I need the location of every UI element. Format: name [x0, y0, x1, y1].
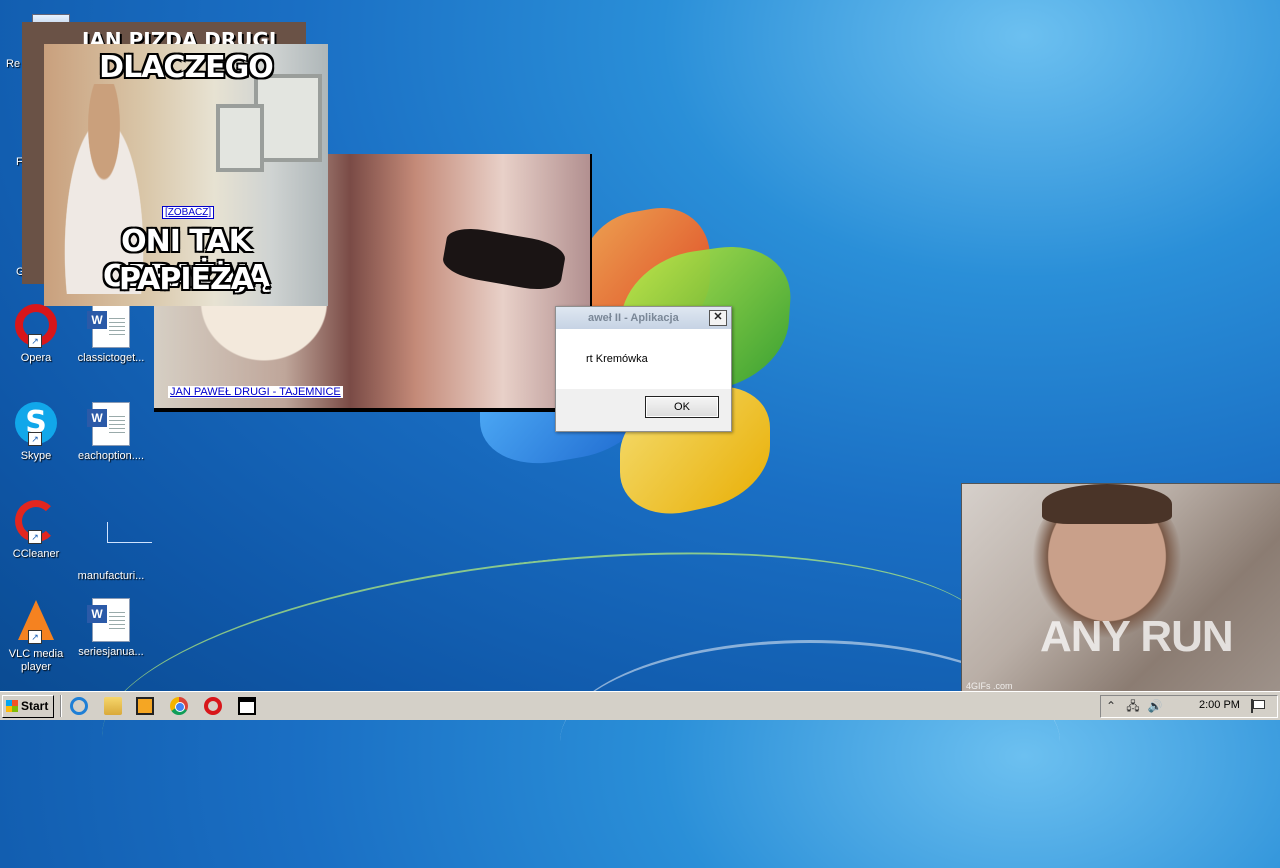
desktop-icon-label: Opera — [20, 352, 52, 364]
desktop-icon-ccleaner[interactable]: ↗ CCleaner — [0, 500, 76, 561]
desktop-icon-label: manufacturi... — [77, 570, 145, 582]
folder-icon[interactable] — [104, 697, 122, 715]
dialog-close-icon[interactable]: ✕ — [709, 310, 727, 326]
windows-flag-icon — [6, 700, 18, 712]
desktop-icon-eachoption[interactable]: eachoption.... — [71, 402, 151, 463]
network-icon[interactable]: 🖧 — [1125, 698, 1141, 714]
media-player-icon[interactable] — [136, 697, 154, 715]
word-document-icon — [87, 598, 130, 642]
monitor-image — [254, 74, 322, 162]
desktop-icon-classictoget[interactable]: classictoget... — [71, 304, 151, 365]
word-document-icon — [87, 304, 130, 348]
system-tray: ⌃ 🖧 🔊 2:00 PM — [1100, 695, 1278, 718]
desktop-icon-label: seriesjanua... — [78, 646, 144, 658]
shortcut-arrow-icon: ↗ — [28, 432, 42, 446]
shortcut-arrow-icon: ↗ — [28, 334, 42, 348]
monitor-image — [216, 104, 264, 172]
video-link[interactable]: JAN PAWEŁ DRUGI - TAJEMNICE — [168, 386, 343, 398]
desktop-icon-seriesjanua[interactable]: seriesjanua... — [71, 598, 151, 659]
desktop-icon-label: Skype — [20, 450, 52, 462]
desktop-icon-label: CCleaner — [12, 548, 60, 560]
opera-icon[interactable] — [204, 697, 222, 715]
desktop-icon-manufacturi[interactable]: manufacturi... — [71, 500, 152, 583]
desktop-icon-label: classictoget... — [77, 352, 145, 364]
desktop-icon-label: Re — [6, 58, 21, 70]
ok-button[interactable]: OK — [645, 396, 719, 418]
dialog-title: aweł II - Aplikacja — [556, 307, 731, 329]
desktop-icon-label: eachoption.... — [77, 450, 145, 462]
anyrun-watermark: ANY RUN — [1040, 612, 1234, 661]
desktop-icon-opera[interactable]: ↗ Opera — [0, 304, 76, 365]
gif-watermark: 4GIFs .com — [966, 681, 1013, 691]
desktop-icon-skype[interactable]: S ↗ Skype — [0, 402, 76, 463]
action-center-flag-icon[interactable] — [1251, 699, 1265, 713]
window-icon[interactable] — [238, 697, 256, 715]
gif-popup[interactable]: ANY RUN 4GIFs .com — [961, 483, 1280, 694]
video-figure — [440, 223, 568, 295]
zobacz-link[interactable]: [ZOBACZ] — [162, 206, 215, 219]
meme-popup-front[interactable]: DLACZEGO [ZOBACZ] ONI TAK OBRAŻAJĄ PAPIE… — [44, 44, 328, 306]
dialog-body: rt Kremówka — [556, 329, 731, 389]
message-dialog[interactable]: aweł II - Aplikacja ✕ rt Kremówka OK — [555, 306, 732, 432]
desktop-icon-vlc[interactable]: ↗ VLC media player — [0, 598, 76, 674]
internet-explorer-icon[interactable] — [70, 697, 88, 715]
desktop-icon-label: VLC media player — [8, 648, 64, 673]
dialog-message: rt Kremówka — [586, 353, 648, 365]
meme-caption-bottom: PAPIEŻA — [118, 262, 254, 297]
word-document-icon — [87, 402, 130, 446]
show-hidden-icons-icon[interactable]: ⌃ — [1103, 698, 1119, 714]
start-label: Start — [21, 699, 49, 713]
blank-file-icon — [107, 522, 152, 543]
chrome-icon[interactable] — [170, 697, 188, 715]
shortcut-arrow-icon: ↗ — [28, 630, 42, 644]
clock[interactable]: 2:00 PM — [1199, 699, 1240, 711]
meme-caption-top: DLACZEGO — [99, 50, 274, 85]
taskbar: Start ⌃ 🖧 🔊 2:00 PM — [0, 691, 1280, 720]
person-image — [1042, 484, 1172, 524]
taskbar-divider — [60, 695, 62, 717]
start-button[interactable]: Start — [2, 695, 54, 718]
volume-icon[interactable]: 🔊 — [1147, 698, 1163, 714]
shortcut-arrow-icon: ↗ — [28, 530, 42, 544]
